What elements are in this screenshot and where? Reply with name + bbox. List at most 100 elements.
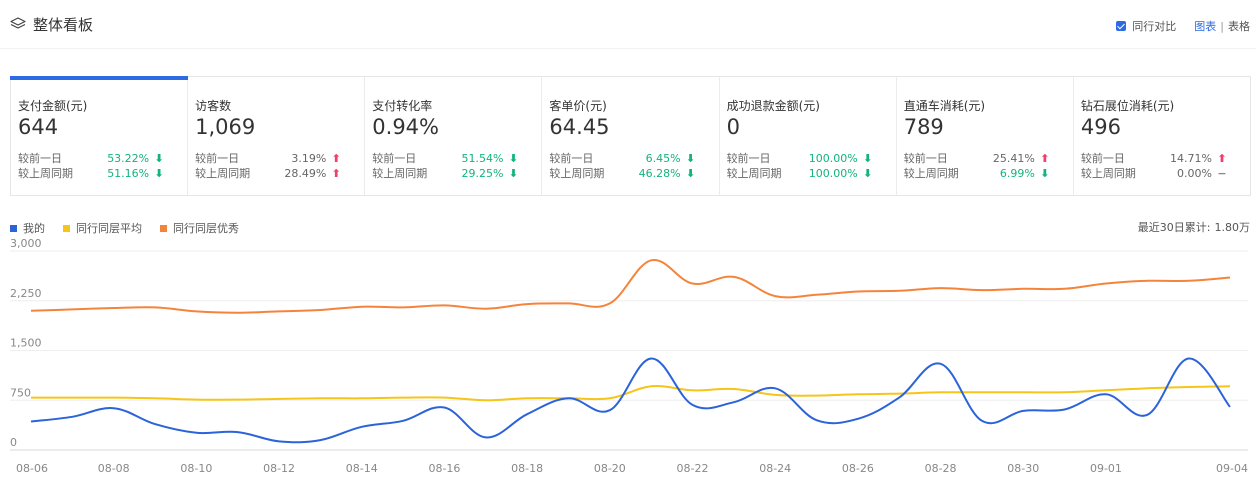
legend-swatch [10, 224, 17, 232]
arrow-up-icon: ⬆ [1217, 151, 1227, 165]
comparison-label: 较前一日 [549, 152, 594, 165]
metric-card[interactable]: 客单价(元) 64.45 较前一日 6.45% ⬇ 较上周同期 46.28% ⬇ [542, 77, 720, 195]
metric-card[interactable]: 访客数 1,069 较前一日 3.19% ⬆ 较上周同期 28.49% ⬆ [188, 77, 366, 195]
comparison-percent: 6.99% [999, 166, 1035, 180]
arrow-down-icon: ⬇ [154, 151, 164, 165]
comparison-percent: 53.22% [107, 151, 150, 165]
metric-cards: 支付金额(元) 644 较前一日 53.22% ⬇ 较上周同期 51.16% ⬇ 访客数 1,06… [9, 76, 1251, 196]
comparison-label: 较前一日 [18, 152, 62, 165]
comparison-label: 较上周同期 [195, 167, 251, 180]
x-tick-label: 08-30 [1007, 462, 1039, 475]
arrow-down-icon: ⬇ [154, 166, 164, 180]
arrow-down-icon: ⬇ [863, 166, 873, 180]
metric-value: 1,069 [195, 115, 256, 139]
header-divider [0, 48, 1256, 49]
metric-value: 789 [903, 115, 944, 139]
arrow-down-icon: ⬇ [508, 166, 519, 180]
compare-label[interactable]: 同行对比 [1132, 18, 1176, 34]
metric-card[interactable]: 成功退款金额(元) 0 较前一日 100.00% ⬇ 较上周同期 100.00% ⬇ [720, 77, 897, 195]
legend-item[interactable]: 我的 [10, 220, 45, 236]
y-tick-label: 2,250 [10, 287, 42, 300]
comparison-label: 较上周同期 [726, 167, 782, 180]
arrow-down-icon: ⬇ [508, 151, 519, 165]
arrow-down-icon: ⬇ [685, 166, 696, 180]
comparison-value: 0.00% − [1177, 165, 1228, 181]
comparison-value: 51.54% ⬇ [461, 150, 519, 166]
metric-label: 成功退款金额(元) [726, 99, 820, 113]
page-title: 整体看板 [33, 16, 94, 34]
metric-label: 支付转化率 [372, 99, 433, 113]
legend-label: 我的 [23, 222, 45, 235]
metric-label: 支付金额(元) [18, 99, 88, 113]
metric-label: 客单价(元) [549, 99, 607, 113]
view-chart-link[interactable]: 图表 [1194, 18, 1216, 34]
metric-value: 0.94% [372, 115, 439, 139]
metric-card[interactable]: 直通车消耗(元) 789 较前一日 25.41% ⬆ 较上周同期 6.99% ⬇ [897, 77, 1074, 195]
comparison-percent: 28.49% [284, 166, 327, 180]
metric-value: 0 [726, 115, 740, 139]
metric-label: 访客数 [195, 99, 232, 113]
comparison-row: 较上周同期 100.00% ⬇ [727, 165, 874, 181]
x-tick-label: 09-04 [1216, 462, 1248, 475]
summary-total: 最近30日累计: 1.80万 [1138, 219, 1250, 235]
comparison-value: 6.99% ⬇ [1000, 165, 1051, 181]
x-tick-label: 09-01 [1090, 462, 1122, 475]
trend-chart: 3,000 2,250 1,500 750 0 08-06 08-08 08-10 08-12 0… [10, 238, 1248, 475]
comparison-row: 较前一日 53.22% ⬇ [18, 150, 165, 166]
series-line-peer-top [30, 259, 1231, 314]
view-table-link[interactable]: 表格 [1228, 18, 1250, 34]
comparison-value: 28.49% ⬆ [284, 165, 342, 181]
comparison-row: 较上周同期 46.28% ⬇ [549, 165, 696, 181]
legend-item[interactable]: 同行同层平均 [63, 220, 142, 236]
comparison-label: 较前一日 [1080, 152, 1125, 165]
x-tick-label: 08-16 [428, 462, 460, 475]
comparison-percent: 3.19% [291, 151, 327, 165]
comparison-label: 较前一日 [726, 152, 771, 165]
arrow-up-icon: ⬆ [331, 151, 341, 165]
comparison-label: 较上周同期 [903, 167, 959, 180]
metric-value: 496 [1080, 115, 1121, 139]
metric-card[interactable]: 支付转化率 0.94% 较前一日 51.54% ⬇ 较上周同期 29.25% ⬇ [365, 77, 543, 195]
legend-swatch [160, 224, 167, 232]
summary-value: 1.80万 [1214, 221, 1251, 234]
comparison-percent: 14.71% [1170, 151, 1212, 165]
dash-icon: − [1217, 166, 1227, 180]
metric-value: 64.45 [549, 115, 610, 139]
legend-label: 同行同层优秀 [173, 222, 239, 235]
y-tick-label: 1,500 [10, 337, 42, 350]
arrow-down-icon: ⬇ [685, 151, 696, 165]
layers-icon [10, 17, 26, 29]
legend-item[interactable]: 同行同层优秀 [160, 220, 239, 236]
metric-card[interactable]: 支付金额(元) 644 较前一日 53.22% ⬇ 较上周同期 51.16% ⬇ [9, 76, 189, 195]
view-controls: 同行对比 图表 | 表格 [1116, 18, 1250, 34]
comparison-label: 较前一日 [372, 152, 417, 165]
metric-card[interactable]: 钻石展位消耗(元) 496 较前一日 14.71% ⬆ 较上周同期 0.00% − [1074, 77, 1250, 195]
metric-label: 钻石展位消耗(元) [1080, 99, 1175, 113]
x-tick-label: 08-20 [594, 462, 626, 475]
x-tick-label: 08-10 [180, 462, 212, 475]
legend-swatch [63, 224, 70, 232]
comparison-row: 较上周同期 6.99% ⬇ [904, 165, 1051, 181]
comparison-value: 14.71% ⬆ [1170, 150, 1228, 166]
comparison-value: 53.22% ⬇ [107, 150, 165, 166]
comparison-percent: 29.25% [461, 166, 504, 180]
comparison-value: 100.00% ⬇ [809, 165, 874, 181]
x-tick-label: 08-06 [16, 462, 48, 475]
y-tick-label: 3,000 [10, 238, 42, 250]
comparison-percent: 100.00% [808, 166, 858, 180]
arrow-down-icon: ⬇ [1040, 166, 1050, 180]
comparison-percent: 51.16% [107, 166, 150, 180]
comparison-percent: 6.45% [645, 151, 681, 165]
comparison-label: 较上周同期 [18, 167, 73, 180]
x-tick-label: 08-14 [346, 462, 378, 475]
arrow-up-icon: ⬆ [1040, 151, 1050, 165]
comparison-value: 46.28% ⬇ [639, 165, 697, 181]
comparison-row: 较前一日 25.41% ⬆ [904, 150, 1051, 166]
x-tick-label: 08-22 [677, 462, 709, 475]
x-tick-label: 08-18 [511, 462, 543, 475]
comparison-value: 51.16% ⬇ [107, 165, 165, 181]
y-tick-label: 0 [10, 436, 17, 449]
x-tick-label: 08-24 [759, 462, 791, 475]
compare-checkbox[interactable] [1116, 21, 1127, 31]
series-line-peer-average [30, 385, 1231, 402]
